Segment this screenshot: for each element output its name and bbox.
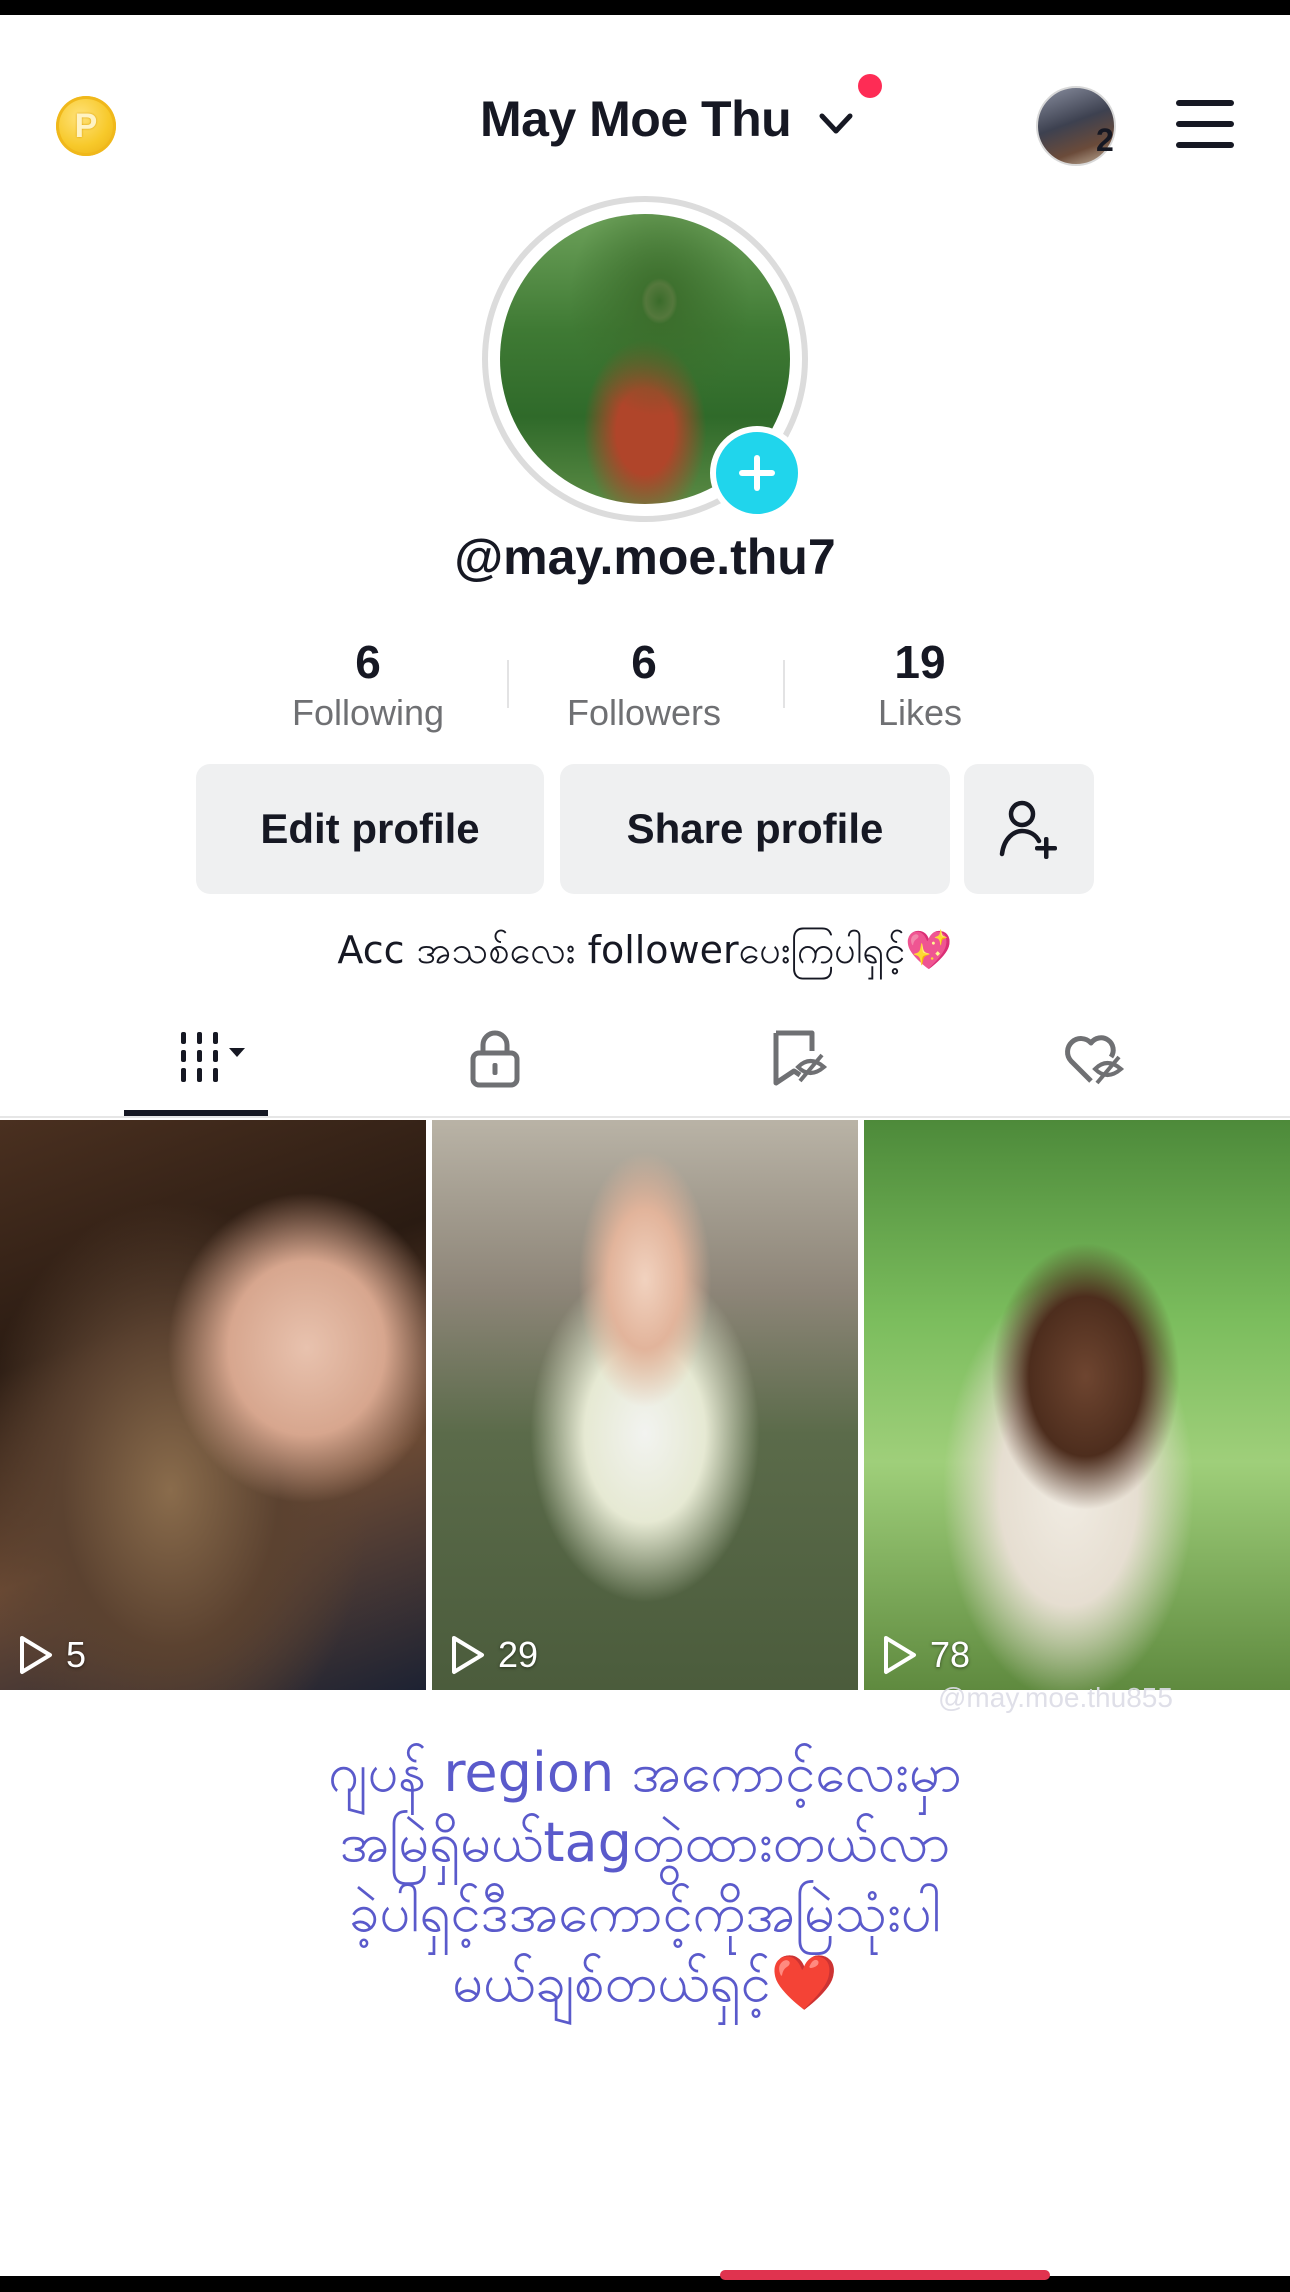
divider — [507, 660, 509, 708]
tab-liked[interactable] — [1014, 1018, 1174, 1098]
lock-icon — [470, 1030, 520, 1088]
share-profile-button[interactable]: Share profile — [560, 764, 950, 894]
profile-handle: @may.moe.thu7 — [454, 529, 836, 585]
tab-favorites[interactable] — [718, 1018, 878, 1098]
stat-following[interactable]: 6 Following — [248, 634, 488, 736]
play-count: 29 — [450, 1634, 538, 1676]
stat-label: Following — [291, 692, 445, 733]
bookmark-hidden-icon — [773, 1030, 828, 1086]
add-icon[interactable] — [710, 426, 804, 520]
stat-value: 6 — [631, 636, 657, 688]
caption-line: ဂျပန် region အကောင့်လေးမှာ — [328, 1741, 962, 1804]
play-count-value: 29 — [498, 1634, 539, 1675]
stat-likes[interactable]: 19 Likes — [800, 634, 1040, 736]
divider — [0, 1116, 1290, 1118]
stat-label: Likes — [877, 692, 963, 733]
tab-private[interactable] — [415, 1018, 575, 1098]
chevron-down-icon[interactable] — [816, 104, 856, 144]
video-thumbnail[interactable]: 29 — [432, 1120, 858, 1690]
video-thumbnail[interactable]: 5 — [0, 1120, 426, 1690]
username-title[interactable]: May Moe Thu — [480, 90, 792, 150]
play-count-value: 78 — [930, 1634, 971, 1675]
bottom-bar — [0, 2276, 1290, 2292]
edit-profile-button[interactable]: Edit profile — [196, 764, 544, 894]
bio-text: Acc အသစ်လေး followerပေးကြပါရှင့်💖 — [337, 928, 953, 972]
add-friend-icon — [999, 800, 1057, 859]
heart-hidden-icon — [1065, 1035, 1125, 1085]
play-icon — [452, 1636, 484, 1674]
caption-line: အမြဲရှိမယ်tagတွဲထားတယ်လာ — [339, 1811, 951, 1874]
notification-dot — [858, 74, 882, 98]
video-thumbnail[interactable]: 78 — [864, 1120, 1290, 1690]
divider — [783, 660, 785, 708]
watermark: @may.moe.thu855 — [938, 1682, 1173, 1713]
friends-count: 2 — [1096, 122, 1114, 158]
menu-icon[interactable] — [1176, 100, 1234, 148]
add-friend-button[interactable] — [964, 764, 1094, 894]
grid-icon — [181, 1032, 245, 1082]
play-count: 78 — [882, 1634, 970, 1676]
tab-videos[interactable] — [116, 1018, 276, 1098]
status-bar — [0, 0, 1290, 15]
coin-icon[interactable]: P — [56, 96, 116, 156]
stat-value: 19 — [894, 636, 946, 688]
caption-line: ခဲ့ပါရှင့်ဒီအကောင့်ကိုအမြဲသုံးပါ — [349, 1881, 941, 1944]
play-icon — [884, 1636, 916, 1674]
stat-value: 6 — [355, 636, 381, 688]
stat-followers[interactable]: 6 Followers — [524, 634, 764, 736]
overlay-caption: ဂျပန် region အကောင့်လေးမှာ အမြဲရှိမယ်tag… — [190, 1738, 1100, 2018]
stat-label: Followers — [566, 692, 722, 733]
play-count: 5 — [18, 1634, 86, 1676]
caption-line: မယ်ချစ်တယ်ရှင့်❤️ — [452, 1951, 838, 2014]
play-count-value: 5 — [66, 1634, 87, 1675]
play-icon — [20, 1636, 52, 1674]
home-indicator — [720, 2270, 1050, 2280]
